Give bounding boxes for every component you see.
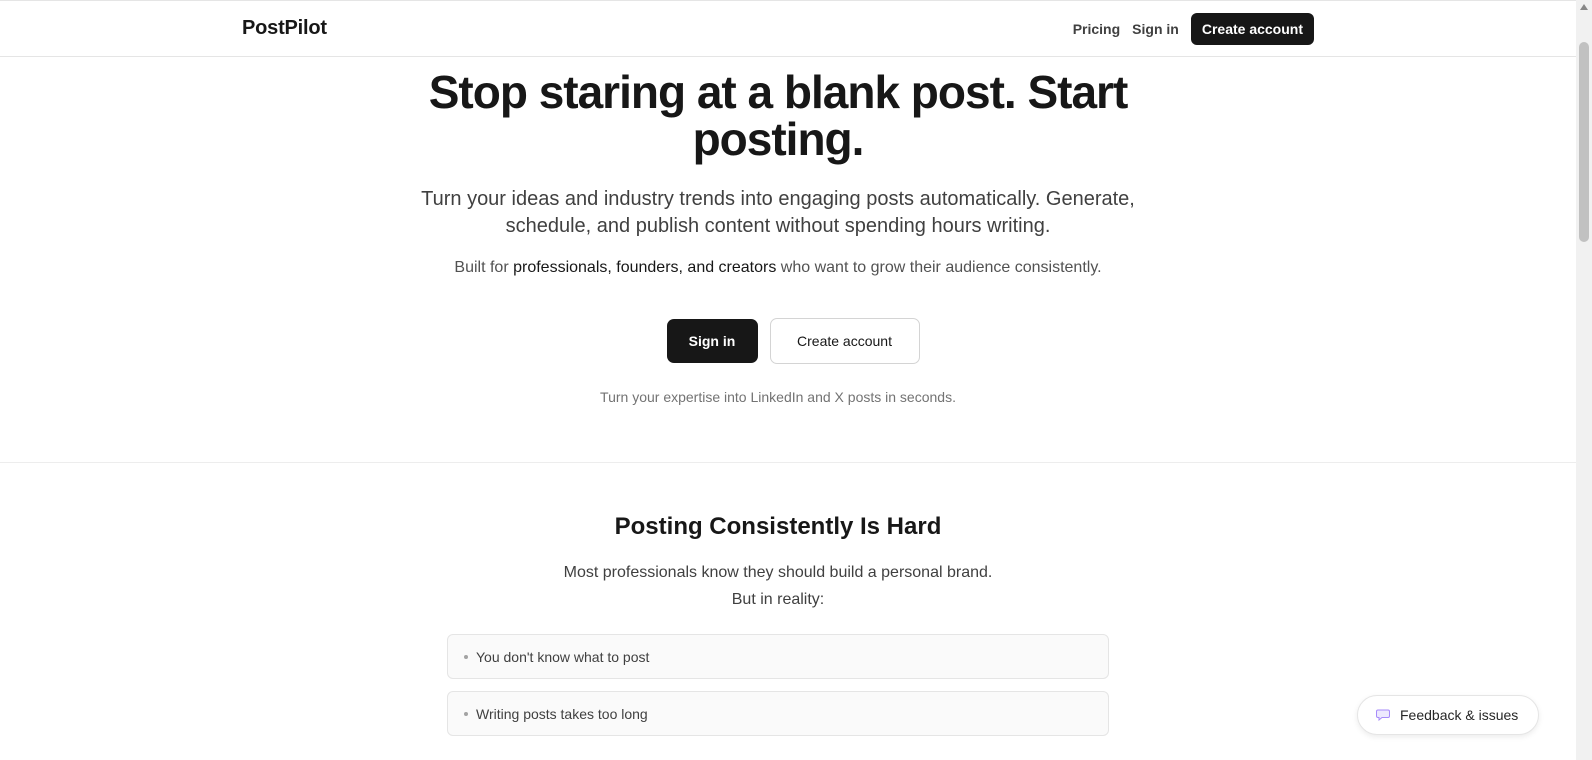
pain-points-list: You don't know what to post Writing post…	[447, 634, 1109, 748]
brand-logo[interactable]: PostPilot	[242, 17, 327, 40]
hero-subtitle: Turn your ideas and industry trends into…	[421, 188, 1135, 237]
speech-bubble-icon	[1376, 709, 1390, 721]
pain-point-text: You don't know what to post	[476, 648, 650, 665]
scrollbar-thumb[interactable]	[1579, 42, 1589, 242]
hero-note: Turn your expertise into LinkedIn and X …	[600, 389, 956, 405]
hero-title: Stop staring at a blank post. Start post…	[428, 66, 1129, 165]
feedback-label: Feedback & issues	[1400, 707, 1519, 723]
hero-sign-in-button[interactable]: Sign in	[666, 319, 758, 363]
top-navigation-bar: PostPilot Pricing Sign in Create account	[0, 0, 1576, 57]
scroll-up-arrow-icon[interactable]	[1580, 4, 1588, 10]
problem-description-line-1: Most professionals know they should buil…	[563, 564, 993, 581]
hero-section: Stop staring at a blank post. Start post…	[0, 57, 1576, 463]
hero-audience-line: Built for professionals, founders, and c…	[398, 257, 1158, 279]
hero-create-account-button[interactable]: Create account	[769, 318, 920, 364]
audience-suffix: who want to grow their audience consiste…	[776, 259, 1102, 276]
vertical-scrollbar[interactable]	[1576, 0, 1592, 760]
bullet-icon	[464, 654, 468, 659]
audience-highlight: professionals, founders, and creators	[513, 259, 777, 276]
list-item: You don't know what to post	[447, 634, 1109, 679]
problem-description-line-2: But in reality:	[731, 591, 825, 608]
feedback-button[interactable]: Feedback & issues	[1357, 695, 1539, 735]
hero-actions: Sign in Create account	[0, 318, 1576, 364]
header-nav: Pricing Sign in Create account	[1073, 13, 1314, 45]
pain-point-text: Writing posts takes too long	[476, 705, 648, 722]
list-item: Writing posts takes too long	[447, 691, 1109, 736]
problem-section-title: Posting Consistently Is Hard	[614, 513, 942, 540]
audience-prefix: Built for	[454, 259, 514, 276]
bullet-icon	[464, 711, 468, 716]
problem-description: Most professionals know they should buil…	[398, 559, 1158, 613]
nav-create-account-button[interactable]: Create account	[1190, 13, 1314, 45]
nav-pricing-link[interactable]: Pricing	[1073, 21, 1120, 37]
nav-sign-in-link[interactable]: Sign in	[1132, 21, 1179, 37]
